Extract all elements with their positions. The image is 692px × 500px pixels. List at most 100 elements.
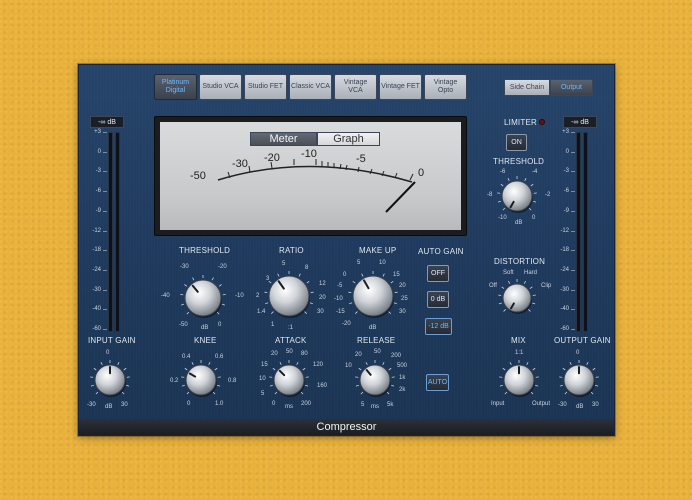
ratio-knob[interactable] — [261, 268, 317, 324]
knob-scale-tick — [352, 280, 356, 284]
ratio-tick: 5 — [282, 261, 286, 267]
model-studio-fet[interactable]: Studio FET — [244, 74, 287, 100]
threshold-tick: -20 — [218, 264, 227, 270]
knob-scale-tick — [530, 183, 534, 187]
attack-tick: 120 — [313, 362, 324, 368]
knob-scale-tick — [502, 207, 506, 211]
knob-scale-tick — [305, 384, 309, 387]
release-knob[interactable] — [352, 357, 398, 403]
knob-scale-tick — [306, 280, 310, 284]
knob-scale-tick — [309, 302, 313, 305]
output-gain-tick: 0 — [576, 350, 580, 356]
knob-body — [502, 283, 532, 313]
knee-tick: 0.8 — [228, 378, 237, 384]
ratio-tick: 12 — [319, 281, 326, 287]
auto-gain-off-button[interactable]: OFF — [427, 265, 449, 282]
side-chain-button[interactable]: Side Chain — [504, 79, 550, 96]
meter-scale-label: +3 — [562, 129, 569, 135]
distortion-knob[interactable] — [495, 276, 539, 320]
limiter-threshold-knob[interactable] — [494, 173, 540, 219]
model-vintage-vca[interactable]: Vintage VCA — [334, 74, 377, 100]
knob-body — [185, 364, 217, 396]
knob-scale-tick — [126, 384, 130, 387]
knob-scale-tick — [508, 280, 511, 284]
knob-scale-tick — [218, 284, 222, 287]
input-gain-label: INPUT GAIN — [88, 336, 136, 345]
model-platinum-digital[interactable]: Platinum Digital — [154, 74, 197, 100]
limiter-label: LIMITER — [504, 118, 537, 127]
knob-scale-tick — [388, 367, 392, 371]
meter-scale-label: -9 — [563, 207, 569, 214]
vu-label-minus50: -50 — [190, 170, 206, 182]
vu-label-0: 0 — [418, 167, 425, 179]
ratio-tick: 30 — [317, 309, 324, 315]
meter-scale-tick — [571, 191, 575, 193]
knob-scale-tick — [360, 391, 364, 395]
vu-label-minus10: -10 — [301, 148, 317, 160]
input-gain-knob[interactable] — [87, 357, 133, 403]
makeup-tick: -5 — [337, 283, 343, 289]
auto-release-button[interactable]: AUTO — [426, 374, 449, 391]
knob-scale-tick — [95, 391, 99, 395]
output-gain-knob[interactable] — [556, 357, 602, 403]
meter-scale-label: -12 — [560, 227, 569, 234]
meter-scale-label: -24 — [560, 266, 569, 273]
knob-scale-tick — [528, 309, 531, 312]
limiter-on-button[interactable]: ON — [506, 134, 527, 151]
meter-scale-tick — [103, 289, 107, 291]
threshold-knob[interactable] — [177, 272, 229, 324]
mix-knob[interactable] — [496, 357, 542, 403]
meter-scale-tick — [571, 329, 575, 330]
knob-body — [359, 364, 391, 396]
knob-scale-tick — [502, 367, 506, 371]
release-unit: ms — [371, 404, 379, 410]
auto-gain-minus12db-button[interactable]: -12 dB — [425, 318, 452, 335]
threshold-tick: -30 — [180, 264, 189, 270]
meter-face: Meter Graph -50 -30 -20 -10 -5 0 — [160, 122, 461, 230]
knee-knob[interactable] — [178, 357, 224, 403]
knob-scale-tick — [528, 207, 532, 211]
meter-scale-label: -6 — [95, 188, 101, 195]
knob-scale-tick — [268, 280, 272, 284]
makeup-label: MAKE UP — [359, 246, 397, 255]
mix-label: MIX — [511, 336, 526, 345]
knob-scale-tick — [393, 302, 397, 305]
meter-scale-tick — [571, 151, 575, 153]
knob-scale-tick — [365, 361, 368, 366]
knob-scale-tick — [498, 302, 502, 305]
input-level-meter-right — [115, 132, 120, 332]
knob-scale-tick — [569, 361, 572, 366]
plugin-title: Compressor — [316, 421, 377, 433]
meter-scale-tick — [103, 210, 107, 212]
makeup-tick: 25 — [401, 296, 408, 302]
model-classic-vca[interactable]: Classic VCA — [289, 74, 332, 100]
makeup-knob[interactable] — [345, 268, 401, 324]
knob-scale-tick — [272, 367, 276, 371]
auto-gain-0db-button[interactable]: 0 dB — [427, 291, 449, 308]
model-studio-vca[interactable]: Studio VCA — [199, 74, 242, 100]
output-gain-unit: dB — [576, 404, 584, 410]
knob-scale-tick — [300, 391, 304, 395]
meter-scale-tick — [103, 191, 107, 193]
knob-scale-tick — [93, 367, 97, 371]
knob-scale-tick — [221, 303, 225, 306]
knob-scale-tick — [501, 286, 505, 289]
knob-scale-tick — [500, 183, 504, 187]
meter-scale-label: -40 — [560, 306, 569, 313]
knob-scale-tick — [382, 273, 385, 277]
meter-scale-tick — [103, 151, 107, 153]
meter-scale-label: -40 — [92, 306, 101, 313]
distortion-tick: Clip — [541, 283, 552, 289]
model-vintage-opto[interactable]: Vintage Opto — [424, 74, 467, 100]
attack-knob[interactable] — [266, 357, 312, 403]
knob-scale-tick — [279, 361, 282, 366]
knob-scale-tick — [355, 311, 358, 314]
meter-scale-label: -18 — [92, 247, 101, 254]
makeup-tick: -15 — [336, 309, 345, 315]
limiter-led — [539, 119, 545, 125]
knob-scale-tick — [265, 302, 269, 305]
output-button[interactable]: Output — [550, 79, 593, 96]
vu-label-minus5: -5 — [356, 153, 366, 165]
knob-scale-tick — [184, 284, 188, 287]
model-vintage-fet[interactable]: Vintage FET — [379, 74, 422, 100]
